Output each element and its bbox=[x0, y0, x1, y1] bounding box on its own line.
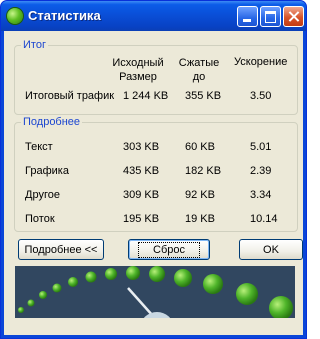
reset-button-label: Сброс bbox=[138, 241, 200, 258]
total-traffic-label: Итоговый трафик bbox=[25, 90, 115, 102]
compressed-header-line2: до bbox=[192, 71, 206, 83]
detail-speedup: 3.34 bbox=[250, 189, 272, 201]
details-group: Подробнее Текст 303 KB 60 KB 5.01 График… bbox=[14, 116, 298, 232]
minimize-button[interactable] bbox=[237, 6, 258, 27]
compressed-header: Сжатые до bbox=[169, 56, 229, 84]
window-title: Статистика bbox=[28, 8, 101, 23]
details-legend: Подробнее bbox=[21, 116, 83, 128]
speedup-header: Ускорение bbox=[234, 56, 288, 68]
detail-speedup: 5.01 bbox=[250, 141, 272, 153]
summary-group: Итог Исходный Размер Сжатые до Ускорение… bbox=[14, 39, 298, 115]
original-size-header-line2: Размер bbox=[119, 71, 157, 83]
title-bar[interactable]: Статистика bbox=[1, 1, 306, 31]
detail-original: 195 KB bbox=[123, 213, 160, 225]
close-button[interactable] bbox=[283, 6, 304, 27]
detail-speedup: 2.39 bbox=[250, 165, 272, 177]
detail-speedup: 10.14 bbox=[250, 213, 278, 225]
total-compressed-value: 355 KB bbox=[185, 90, 222, 102]
total-speedup-value: 3.50 bbox=[250, 90, 272, 102]
total-original-value: 1 244 KB bbox=[123, 90, 169, 102]
detail-original: 309 KB bbox=[123, 189, 160, 201]
original-size-header-line1: Исходный bbox=[112, 57, 164, 69]
speedometer-dial-graphic bbox=[15, 266, 295, 318]
detail-compressed: 92 KB bbox=[185, 189, 215, 201]
dialog-client: Итог Исходный Размер Сжатые до Ускорение… bbox=[4, 31, 303, 335]
compressed-header-line1: Сжатые bbox=[178, 57, 220, 69]
maximize-button[interactable] bbox=[260, 6, 281, 27]
detail-original: 303 KB bbox=[123, 141, 160, 153]
stats-window: Статистика Итог Исходный Размер Сжатые д… bbox=[0, 0, 307, 339]
reset-button[interactable]: Сброс bbox=[128, 239, 210, 260]
detail-compressed: 19 KB bbox=[185, 213, 215, 225]
detail-label: Поток bbox=[25, 213, 55, 225]
app-logo-icon bbox=[7, 8, 23, 24]
detail-label: Другое bbox=[25, 189, 60, 201]
detail-compressed: 182 KB bbox=[185, 165, 222, 177]
detail-compressed: 60 KB bbox=[185, 141, 215, 153]
speed-dial-banner bbox=[15, 266, 295, 318]
original-size-header: Исходный Размер bbox=[103, 56, 173, 84]
detail-label: Текст bbox=[25, 141, 53, 153]
detail-original: 435 KB bbox=[123, 165, 160, 177]
detail-label: Графика bbox=[25, 165, 69, 177]
summary-legend: Итог bbox=[21, 39, 48, 51]
details-toggle-button[interactable]: Подробнее << bbox=[18, 239, 104, 260]
ok-button[interactable]: OK bbox=[239, 239, 303, 260]
